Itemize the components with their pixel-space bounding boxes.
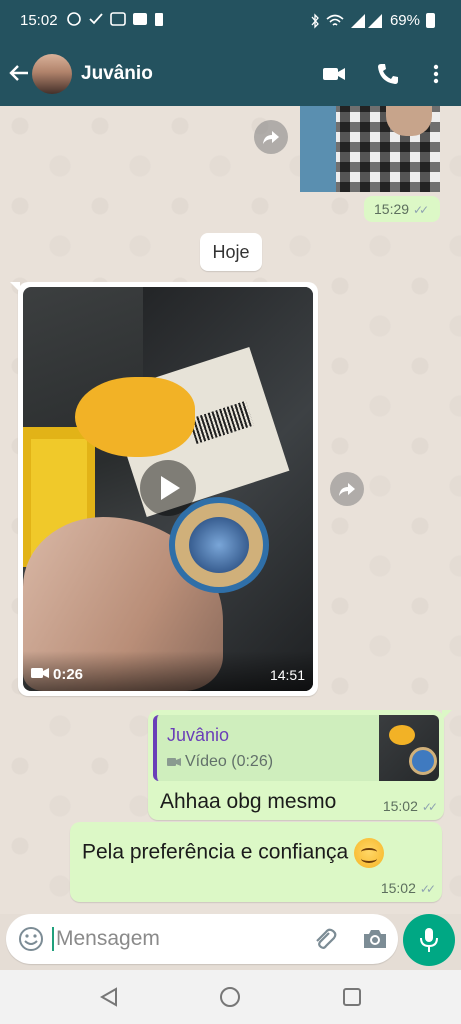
quoted-thumbnail bbox=[379, 715, 439, 781]
quoted-subtitle: Vídeo (0:26) bbox=[167, 753, 273, 771]
chat-area[interactable]: 15:29 ✓✓ Hoje 0:26 14:51 Juvânio Vídeo (0… bbox=[0, 106, 461, 914]
forward-button-previous[interactable] bbox=[254, 120, 288, 154]
status-right-icons: 69% bbox=[310, 12, 435, 29]
whatsapp-icon bbox=[67, 12, 81, 26]
message-time: 15:29 bbox=[374, 201, 410, 217]
message-content: Pela preferência e confiança bbox=[82, 838, 385, 868]
message-time: 15:02 bbox=[382, 798, 418, 814]
contact-avatar[interactable] bbox=[32, 54, 72, 94]
text-message[interactable]: Pela preferência e confiança 15:02 ✓✓ bbox=[70, 822, 442, 902]
composer-field bbox=[6, 914, 398, 964]
status-bar: 15:02 69% bbox=[0, 0, 461, 42]
reply-message[interactable]: Juvânio Vídeo (0:26) Ahhaa obg mesmo 15:… bbox=[148, 710, 452, 820]
message-text: Pela preferência e confiança bbox=[82, 840, 349, 864]
contact-name[interactable]: Juvânio bbox=[81, 63, 153, 85]
nav-home-icon[interactable] bbox=[219, 986, 241, 1008]
video-call-icon[interactable] bbox=[322, 62, 346, 86]
wifi-icon bbox=[326, 14, 344, 26]
nav-recents-icon[interactable] bbox=[341, 986, 363, 1008]
photo-icon bbox=[110, 12, 126, 26]
message-time: 14:51 bbox=[269, 667, 305, 683]
message-time: 15:02 bbox=[380, 880, 416, 896]
battery-saver-icon bbox=[155, 13, 163, 26]
video-camera-icon bbox=[167, 757, 181, 766]
play-button[interactable] bbox=[140, 460, 196, 516]
voice-message-button[interactable] bbox=[403, 914, 455, 966]
forward-icon bbox=[339, 483, 355, 496]
message-input[interactable] bbox=[56, 923, 296, 955]
quoted-name: Juvânio bbox=[167, 725, 230, 745]
microphone-icon bbox=[420, 928, 438, 952]
double-check-icon: ✓✓ bbox=[413, 203, 429, 217]
forward-icon bbox=[263, 131, 279, 144]
thumb-sponge bbox=[75, 377, 195, 457]
thumb-watch bbox=[169, 497, 269, 593]
check-icon bbox=[89, 13, 103, 25]
forward-button-video[interactable] bbox=[330, 472, 364, 506]
message-meta: 15:02 ✓✓ bbox=[382, 798, 438, 814]
double-check-icon: ✓✓ bbox=[421, 800, 438, 814]
back-arrow-icon[interactable] bbox=[8, 62, 30, 84]
more-options-icon[interactable] bbox=[424, 62, 448, 86]
text-caret bbox=[52, 927, 54, 951]
image-face bbox=[386, 106, 432, 136]
nav-back-icon[interactable] bbox=[98, 986, 120, 1008]
previous-image-message[interactable] bbox=[300, 106, 440, 192]
video-camera-icon bbox=[31, 668, 49, 678]
camera-icon[interactable] bbox=[362, 926, 388, 952]
gallery-icon bbox=[133, 13, 147, 25]
voice-call-icon[interactable] bbox=[376, 62, 400, 86]
chat-header: Juvânio bbox=[0, 42, 461, 106]
video-message[interactable]: 0:26 14:51 bbox=[10, 282, 318, 696]
date-chip: Hoje bbox=[200, 233, 262, 271]
message-text: Ahhaa obg mesmo bbox=[160, 790, 337, 813]
battery-icon bbox=[426, 13, 435, 28]
emoji-icon[interactable] bbox=[18, 926, 44, 952]
video-duration: 0:26 bbox=[53, 666, 84, 683]
play-icon bbox=[161, 476, 180, 500]
quoted-subtitle-text: Vídeo (0:26) bbox=[185, 753, 274, 770]
image-background bbox=[300, 106, 336, 192]
battery-percent: 69% bbox=[389, 12, 420, 29]
bluetooth-icon bbox=[311, 12, 319, 29]
video-thumbnail[interactable]: 0:26 14:51 bbox=[23, 287, 313, 691]
quoted-message[interactable]: Juvânio Vídeo (0:26) bbox=[153, 715, 439, 781]
previous-message-meta: 15:29 ✓✓ bbox=[364, 196, 440, 222]
status-notification-icons bbox=[66, 11, 164, 27]
double-check-icon: ✓✓ bbox=[419, 882, 436, 896]
composer bbox=[0, 914, 461, 970]
message-meta: 15:02 ✓✓ bbox=[380, 880, 436, 896]
status-time: 15:02 bbox=[20, 12, 58, 29]
attach-icon[interactable] bbox=[312, 926, 338, 952]
signal-icon bbox=[350, 13, 382, 28]
system-nav-bar bbox=[0, 970, 461, 1024]
smiling-face-emoji-icon bbox=[354, 838, 385, 868]
